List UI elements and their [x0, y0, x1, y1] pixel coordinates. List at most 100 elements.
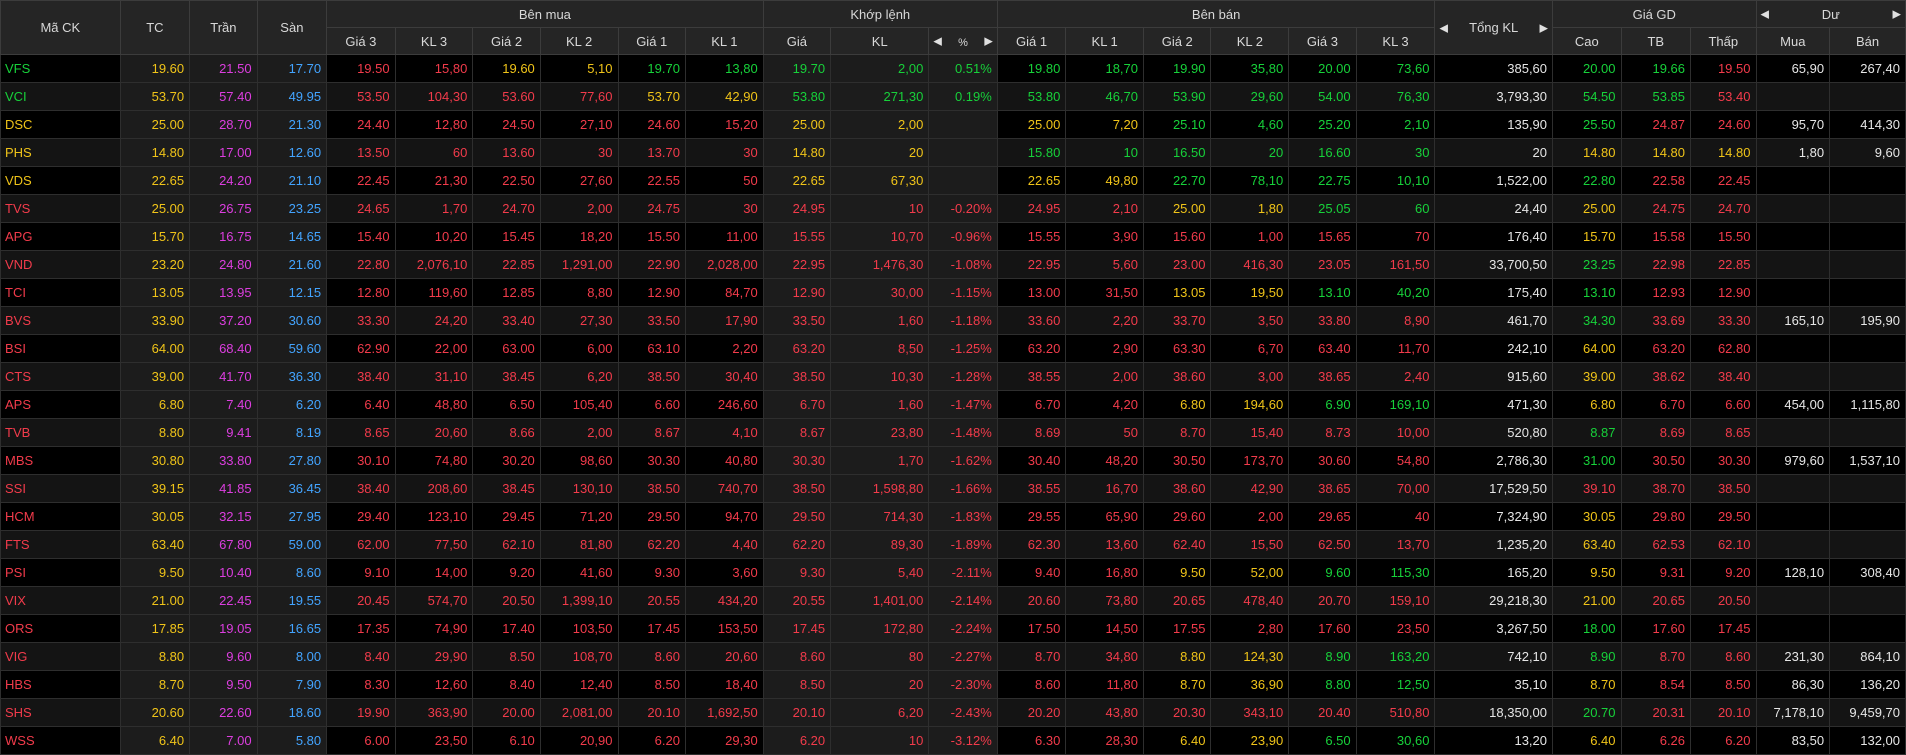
bid-vol-2[interactable]: 105,40 [539, 390, 619, 419]
bid-vol-1[interactable]: 4,10 [684, 418, 764, 447]
bid-price-3[interactable]: 15.40 [326, 222, 396, 251]
bid-vol-1[interactable]: 20,60 [684, 642, 764, 671]
sort-icon[interactable]: % [958, 37, 968, 49]
bid-price-1[interactable]: 20.10 [617, 698, 686, 727]
bid-price-2[interactable]: 19.60 [472, 54, 541, 83]
stock-symbol[interactable]: APS [0, 390, 121, 419]
ask-vol-3[interactable]: 12,50 [1355, 670, 1436, 699]
table-row[interactable]: TVB 8.80 9.41 8.19 8.65 20,60 8.66 2,00 8.67 4,10… [0, 418, 1906, 447]
ask-price-3[interactable]: 6.50 [1288, 726, 1357, 755]
ask-vol-1[interactable]: 65,90 [1065, 502, 1145, 531]
ask-vol-1[interactable]: 46,70 [1065, 82, 1145, 111]
bid-price-2[interactable]: 20.50 [472, 586, 541, 615]
col-floor-header[interactable]: Sàn [256, 0, 328, 55]
ask-vol-2[interactable]: 29,60 [1210, 82, 1290, 111]
col-bvol1-header[interactable]: KL 1 [684, 27, 764, 55]
col-avol1-header[interactable]: KL 1 [1065, 27, 1145, 55]
ask-price-3[interactable]: 25.20 [1288, 110, 1357, 139]
ask-price-2[interactable]: 16.50 [1143, 138, 1212, 167]
bid-price-2[interactable]: 8.66 [472, 418, 541, 447]
ask-price-3[interactable]: 9.60 [1288, 558, 1357, 587]
bid-vol-1[interactable]: 2,028,00 [684, 250, 764, 279]
ask-vol-1[interactable]: 73,80 [1065, 586, 1145, 615]
bid-price-3[interactable]: 12.80 [326, 278, 396, 307]
bid-vol-3[interactable]: 77,50 [394, 530, 474, 559]
stock-symbol[interactable]: SSI [0, 474, 121, 503]
ask-vol-2[interactable]: 42,90 [1210, 474, 1290, 503]
bid-vol-3[interactable]: 15,80 [394, 54, 474, 83]
col-avg-header[interactable]: TB [1620, 27, 1692, 55]
stock-symbol[interactable]: MBS [0, 446, 121, 475]
bid-vol-2[interactable]: 98,60 [539, 446, 619, 475]
bid-vol-2[interactable]: 2,081,00 [539, 698, 619, 727]
bid-vol-2[interactable]: 27,10 [539, 110, 619, 139]
bid-price-3[interactable]: 24.40 [326, 110, 396, 139]
ask-vol-3[interactable]: 73,60 [1355, 54, 1436, 83]
ask-vol-2[interactable]: 52,00 [1210, 558, 1290, 587]
ask-price-1[interactable]: 6.70 [996, 390, 1067, 419]
bid-price-1[interactable]: 6.60 [617, 390, 686, 419]
caret-right-icon[interactable]: ▶ [1893, 8, 1901, 21]
bid-vol-1[interactable]: 246,60 [684, 390, 764, 419]
ask-price-1[interactable]: 53.80 [996, 82, 1067, 111]
bid-price-1[interactable]: 38.50 [617, 474, 686, 503]
ask-price-1[interactable]: 20.60 [996, 586, 1067, 615]
ask-price-3[interactable]: 38.65 [1288, 474, 1357, 503]
ask-price-2[interactable]: 13.05 [1143, 278, 1212, 307]
bid-vol-1[interactable]: 30 [684, 138, 764, 167]
ask-price-1[interactable]: 25.00 [996, 110, 1067, 139]
bid-price-3[interactable]: 22.80 [326, 250, 396, 279]
ask-price-2[interactable]: 29.60 [1143, 502, 1212, 531]
bid-price-1[interactable]: 20.55 [617, 586, 686, 615]
bid-price-2[interactable]: 33.40 [472, 306, 541, 335]
bid-vol-2[interactable]: 12,40 [539, 670, 619, 699]
ask-vol-1[interactable]: 43,80 [1065, 698, 1145, 727]
table-row[interactable]: SHS 20.60 22.60 18.60 19.90 363,90 20.00 2,081,… [0, 698, 1906, 727]
bid-price-1[interactable]: 19.70 [617, 54, 686, 83]
stock-symbol[interactable]: TVS [0, 194, 121, 223]
bid-price-2[interactable]: 53.60 [472, 82, 541, 111]
ask-price-1[interactable]: 63.20 [996, 334, 1067, 363]
bid-vol-1[interactable]: 434,20 [684, 586, 764, 615]
col-match-vol-header[interactable]: KL [830, 27, 930, 55]
ask-vol-2[interactable]: 15,40 [1210, 418, 1290, 447]
ask-vol-1[interactable]: 4,20 [1065, 390, 1145, 419]
table-row[interactable]: PHS 14.80 17.00 12.60 13.50 60 13.60 30 13.70 30 1… [0, 138, 1906, 167]
bid-vol-2[interactable]: 5,10 [539, 54, 619, 83]
bid-vol-3[interactable]: 123,10 [394, 502, 474, 531]
stock-symbol[interactable]: TCI [0, 278, 121, 307]
bid-vol-2[interactable]: 41,60 [539, 558, 619, 587]
ask-price-2[interactable]: 15.60 [1143, 222, 1212, 251]
bid-price-3[interactable]: 30.10 [326, 446, 396, 475]
bid-price-3[interactable]: 17.35 [326, 614, 396, 643]
bid-vol-3[interactable]: 119,60 [394, 278, 474, 307]
bid-vol-1[interactable]: 18,40 [684, 670, 764, 699]
stock-symbol[interactable]: APG [0, 222, 121, 251]
bid-vol-3[interactable]: 574,70 [394, 586, 474, 615]
bid-price-1[interactable]: 24.75 [617, 194, 686, 223]
bid-price-1[interactable]: 22.55 [617, 166, 686, 195]
ask-price-3[interactable]: 6.90 [1288, 390, 1357, 419]
ask-vol-1[interactable]: 16,80 [1065, 558, 1145, 587]
col-bvol3-header[interactable]: KL 3 [394, 27, 474, 55]
caret-left-icon[interactable]: ◀ [1439, 21, 1447, 34]
ask-vol-3[interactable]: 169,10 [1355, 390, 1436, 419]
bid-vol-3[interactable]: 363,90 [394, 698, 474, 727]
ask-vol-3[interactable]: 60 [1355, 194, 1436, 223]
bid-price-1[interactable]: 30.30 [617, 446, 686, 475]
bid-vol-2[interactable]: 6,00 [539, 334, 619, 363]
bid-price-2[interactable]: 24.50 [472, 110, 541, 139]
ask-price-1[interactable]: 8.69 [996, 418, 1067, 447]
bid-vol-2[interactable]: 2,00 [539, 418, 619, 447]
ask-vol-1[interactable]: 10 [1065, 138, 1145, 167]
stock-symbol[interactable]: VDS [0, 166, 121, 195]
bid-vol-2[interactable]: 6,20 [539, 362, 619, 391]
ask-price-1[interactable]: 30.40 [996, 446, 1067, 475]
bid-price-1[interactable]: 29.50 [617, 502, 686, 531]
bid-price-3[interactable]: 38.40 [326, 362, 396, 391]
ask-price-1[interactable]: 8.60 [996, 670, 1067, 699]
bid-vol-1[interactable]: 4,40 [684, 530, 764, 559]
stock-symbol[interactable]: HBS [0, 670, 121, 699]
ask-price-3[interactable]: 15.65 [1288, 222, 1357, 251]
ask-vol-1[interactable]: 11,80 [1065, 670, 1145, 699]
